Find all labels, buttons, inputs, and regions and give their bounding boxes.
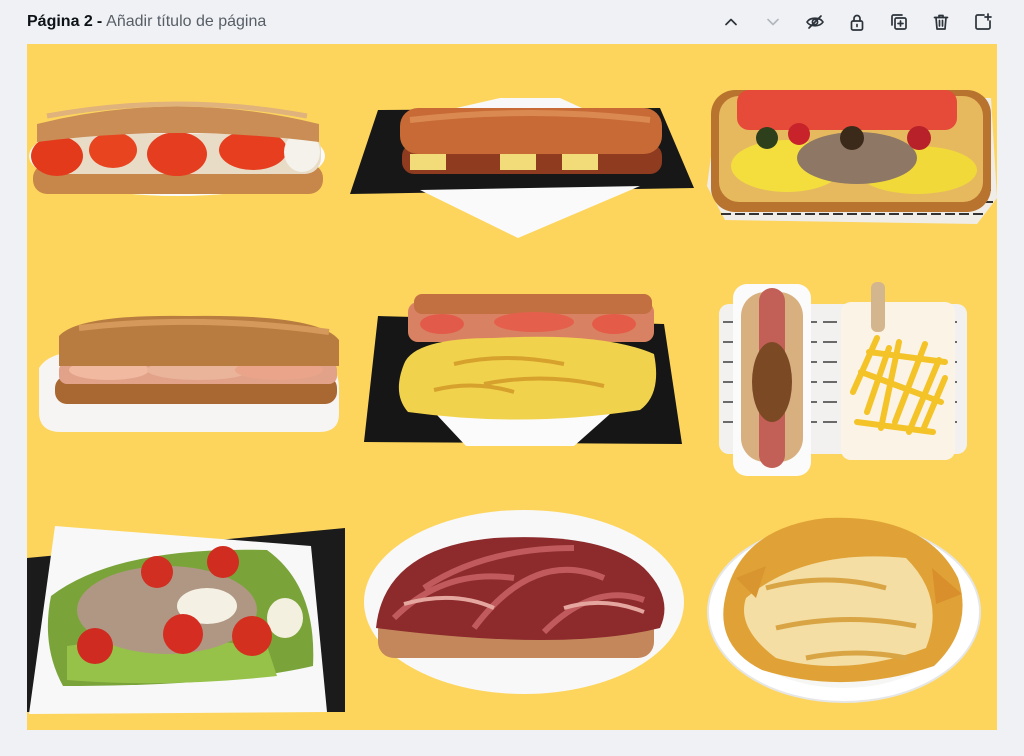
- ham-baguette-image[interactable]: [39, 310, 341, 432]
- title-separator: -: [96, 13, 103, 30]
- move-page-down-button[interactable]: [758, 7, 788, 37]
- delete-page-button[interactable]: [926, 7, 956, 37]
- lock-icon: [850, 14, 864, 31]
- trash-icon: [933, 14, 949, 30]
- add-page-icon: [975, 13, 992, 30]
- chevron-down-icon: [767, 18, 779, 26]
- page-title-input[interactable]: Añadir título de página: [106, 13, 266, 30]
- duplicate-icon: [891, 14, 907, 30]
- breaded-baguette-on-slate-image[interactable]: [350, 98, 694, 238]
- page-header: Página 2- Añadir título de página: [0, 0, 1024, 44]
- tuna-egg-open-baguette-image[interactable]: [707, 90, 997, 224]
- hot-dog-and-fries-image[interactable]: [719, 282, 967, 478]
- page-toolbar: [716, 7, 998, 37]
- tuna-salad-toast-image[interactable]: [27, 526, 345, 716]
- add-page-button[interactable]: [968, 7, 998, 37]
- cheese-nachos-plate-image[interactable]: [706, 508, 982, 704]
- page-number-label: Página 2: [27, 13, 93, 30]
- eye-slash-icon: [806, 15, 824, 29]
- tomato-mozzarella-baguette-image[interactable]: [27, 94, 329, 202]
- lock-page-button[interactable]: [842, 7, 872, 37]
- chevron-up-icon: [725, 18, 737, 26]
- move-page-up-button[interactable]: [716, 7, 746, 37]
- hide-page-button[interactable]: [800, 7, 830, 37]
- page-title: Página 2- Añadir título de página: [27, 13, 266, 31]
- tomato-bread-and-omelette-image[interactable]: [364, 294, 682, 446]
- jamon-serrano-toast-image[interactable]: [364, 508, 684, 696]
- duplicate-page-button[interactable]: [884, 7, 914, 37]
- design-canvas[interactable]: [27, 44, 997, 730]
